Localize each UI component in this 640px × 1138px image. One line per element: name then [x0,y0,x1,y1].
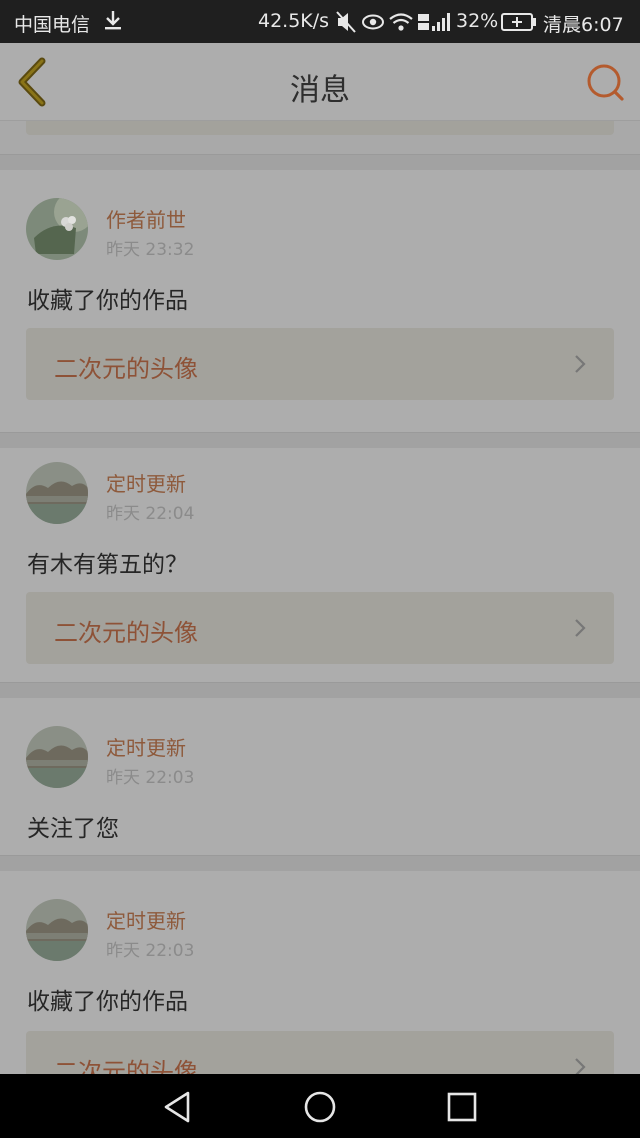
avatar[interactable] [26,726,88,788]
user-name[interactable]: 定时更新 [106,468,186,497]
user-name[interactable]: 定时更新 [106,732,186,761]
network-speed: 42.5K/s [258,10,330,32]
message-list[interactable]: 作者前世 昨天 23:32 收藏了你的作品 二次元的头像 定时更新 昨天 22:… [0,121,640,1074]
download-icon [105,11,121,30]
message-card: 定时更新 昨天 22:04 有木有第五的？ 二次元的头像 [0,448,640,682]
section-divider [0,154,640,170]
recents-square-icon[interactable] [445,1090,479,1124]
message-time: 昨天 22:03 [106,941,195,961]
work-title: 二次元的头像 [54,355,198,383]
work-link[interactable]: 二次元的头像 [26,328,614,400]
user-name[interactable]: 作者前世 [106,204,186,233]
message-time: 昨天 22:03 [106,768,195,788]
eye-icon [362,14,384,30]
message-text: 收藏了你的作品 [27,288,188,314]
avatar[interactable] [26,462,88,524]
message-text: 关注了您 [27,816,119,842]
user-name[interactable]: 定时更新 [106,905,186,934]
section-divider [0,855,640,871]
section-divider [0,432,640,448]
work-link[interactable]: 二次元的头像 [26,1031,614,1074]
work-title: 二次元的头像 [54,619,198,647]
work-title: 二次元的头像 [54,1058,198,1074]
chevron-right-icon [575,1058,586,1074]
message-time: 昨天 22:04 [106,504,195,524]
back-triangle-icon[interactable] [160,1090,194,1124]
message-card: 定时更新 昨天 22:03 关注了您 [0,698,640,855]
app-header: 消息 [0,43,640,121]
avatar[interactable] [26,899,88,961]
avatar[interactable] [26,198,88,260]
system-nav-bar [0,1074,640,1138]
message-card: 定时更新 昨天 22:03 收藏了你的作品 二次元的头像 [0,871,640,1074]
page-title: 消息 [290,73,350,108]
wifi-icon [389,13,413,31]
clock: 清晨6:07 [543,14,624,36]
message-time: 昨天 23:32 [106,240,195,260]
battery-icon [501,13,536,31]
chevron-right-icon [575,619,586,637]
section-divider [0,682,640,698]
status-bar: 中国电信 42.5K/s 32% 清晨6:07 [0,0,640,43]
carrier-label: 中国电信 [14,14,91,36]
chevron-right-icon [575,355,586,373]
home-circle-icon[interactable] [303,1090,337,1124]
message-text: 收藏了你的作品 [27,989,188,1015]
battery-percent: 32% [456,10,499,32]
message-text: 有木有第五的？ [27,552,188,578]
previous-work-card[interactable] [26,121,614,135]
mute-icon [336,11,356,33]
work-link[interactable]: 二次元的头像 [26,592,614,664]
signal-icon [418,13,450,31]
search-icon[interactable] [584,61,626,103]
status-icons [336,11,450,33]
message-card: 作者前世 昨天 23:32 收藏了你的作品 二次元的头像 [0,170,640,432]
